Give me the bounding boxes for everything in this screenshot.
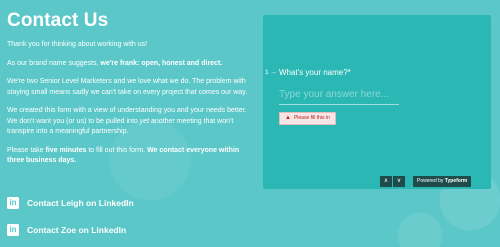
page-title: Contact Us — [7, 10, 109, 31]
intro-text-5a: Please take — [7, 146, 46, 154]
warning-icon: ▲ — [285, 115, 291, 121]
question-row: 1 → What's your name?* — [265, 68, 351, 77]
question-number: 1 → — [265, 69, 277, 76]
intro-text-4-italic: yet — [139, 117, 150, 125]
intro-paragraph-2: As our brand name suggests, we're frank:… — [7, 59, 252, 70]
intro-text-5b: to fill out this form. — [86, 146, 148, 154]
powered-by-text: Powered by — [417, 178, 445, 184]
intro-text-2: As our brand name suggests, — [7, 59, 101, 67]
powered-by-typeform-button[interactable]: Powered by Typeform — [413, 176, 472, 187]
contact-leigh-linkedin-link[interactable]: in Contact Leigh on LinkedIn — [7, 197, 134, 209]
linkedin-icon: in — [7, 224, 19, 236]
intro-paragraph-5: Please take five minutes to fill out thi… — [7, 146, 252, 167]
name-answer-input[interactable] — [279, 89, 399, 105]
contact-leigh-label: Contact Leigh on LinkedIn — [27, 198, 134, 208]
intro-paragraph-4: We created this form with a view of unde… — [7, 106, 252, 138]
linkedin-icon: in — [7, 197, 19, 209]
next-question-button[interactable]: ∨ — [393, 176, 405, 187]
intro-text-2-bold: we're frank: open, honest and direct. — [100, 59, 223, 67]
intro-text-5-bold1: five minutes — [45, 146, 87, 154]
intro-column: Contact Us Thank you for thinking about … — [7, 10, 252, 175]
chevron-down-icon: ∨ — [396, 178, 402, 184]
intro-paragraph-3: We're two Senior Level Marketers and we … — [7, 77, 252, 98]
form-navigation: ∧ ∨ — [380, 176, 405, 187]
previous-question-button[interactable]: ∧ — [380, 176, 392, 187]
validation-error: ▲ Please fill this in — [279, 112, 336, 125]
intro-text-1: Thank you for thinking about working wit… — [7, 41, 148, 48]
typeform-brand: Typeform — [444, 178, 468, 184]
chevron-up-icon: ∧ — [383, 178, 389, 184]
question-label: What's your name?* — [279, 68, 351, 77]
typeform-embed: 1 → What's your name?* ▲ Please fill thi… — [263, 15, 491, 189]
intro-paragraph-1: Thank you for thinking about working wit… — [7, 40, 252, 51]
intro-text-3: We're two Senior Level Marketers and we … — [7, 78, 248, 96]
contact-zoe-label: Contact Zoe on LinkedIn — [27, 225, 127, 235]
validation-error-text: Please fill this in — [293, 115, 330, 121]
contact-zoe-linkedin-link[interactable]: in Contact Zoe on LinkedIn — [7, 224, 126, 236]
